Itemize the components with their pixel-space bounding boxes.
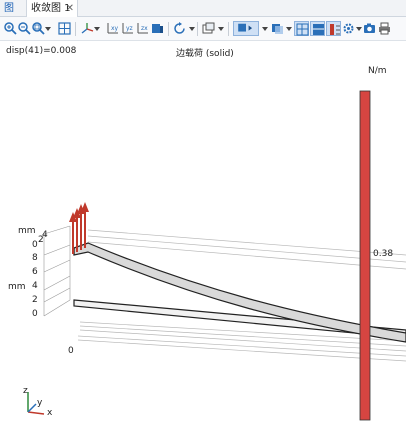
zoom-out-icon[interactable]	[17, 21, 32, 36]
axis-tick-side-4: 0	[32, 309, 38, 319]
rotate-dropdown-icon[interactable]	[189, 27, 195, 31]
toolbar-separator	[75, 22, 76, 36]
scene-light-icon[interactable]	[233, 21, 259, 36]
settings-gear-icon[interactable]	[341, 21, 356, 36]
snapshot-dropdown-icon[interactable]	[218, 27, 224, 31]
axis-tick-side-1: 6	[32, 267, 38, 277]
axis-unit-side: mm	[8, 282, 26, 292]
rotate-icon[interactable]	[172, 21, 187, 36]
triad-label-y: y	[37, 398, 43, 408]
tab-graphics[interactable]: 图形	[0, 0, 26, 31]
axis-tick-side-3: 2	[32, 295, 38, 305]
axes-icon[interactable]	[80, 21, 95, 36]
view-3d-icon[interactable]	[150, 21, 165, 36]
toolbar-separator	[197, 22, 198, 36]
render-icon[interactable]	[310, 21, 325, 36]
svg-text:zx: zx	[141, 25, 148, 32]
scene-light-dropdown-icon[interactable]	[262, 27, 268, 31]
transparency-icon[interactable]	[270, 21, 285, 36]
triad-label-x: x	[47, 408, 53, 418]
snapshot-group-icon[interactable]	[201, 21, 216, 36]
tab-bar: 图形 收敛图 1 ✕	[0, 0, 406, 31]
tab-convergence-label: 收敛图 1	[31, 3, 71, 14]
zoom-dropdown-icon[interactable]	[45, 27, 51, 31]
triad-label-z: z	[23, 386, 28, 396]
axis-tick-side-2: 4	[32, 281, 38, 291]
zoom-extents-icon[interactable]	[57, 21, 72, 36]
legend-icon[interactable]	[326, 21, 341, 36]
axis-tick-top-2: 0	[32, 240, 38, 250]
svg-text:xy: xy	[111, 25, 119, 32]
colorbar	[359, 90, 371, 421]
axis-tick-side-0: 8	[32, 253, 38, 263]
camera-icon[interactable]	[362, 21, 377, 36]
toolbar-separator	[168, 22, 169, 36]
axis-unit-top: mm	[18, 226, 36, 236]
axes-dropdown-icon[interactable]	[94, 27, 100, 31]
view-yz-icon[interactable]: yz	[120, 21, 135, 36]
graphics-toolbar: xy yz zx	[0, 17, 406, 41]
graphics-canvas[interactable]	[0, 41, 406, 442]
zoom-in-icon[interactable]	[3, 21, 18, 36]
transparency-dropdown-icon[interactable]	[286, 27, 292, 31]
toolbar-separator	[228, 22, 229, 36]
colorbar-value: 0.38	[373, 249, 394, 259]
zoom-box-icon[interactable]	[31, 21, 46, 36]
print-icon[interactable]	[377, 21, 392, 36]
axis-tick-bottom: 0	[68, 346, 74, 356]
svg-text:yz: yz	[126, 25, 133, 32]
axis-tick-top-1: 2	[38, 235, 44, 245]
wireframe-icon[interactable]	[294, 21, 309, 36]
grid-plane	[77, 229, 406, 362]
tab-convergence-plot[interactable]: 收敛图 1 ✕	[26, 0, 78, 18]
close-icon[interactable]: ✕	[66, 0, 74, 17]
view-xy-icon[interactable]: xy	[105, 21, 120, 36]
view-zx-icon[interactable]: zx	[135, 21, 150, 36]
